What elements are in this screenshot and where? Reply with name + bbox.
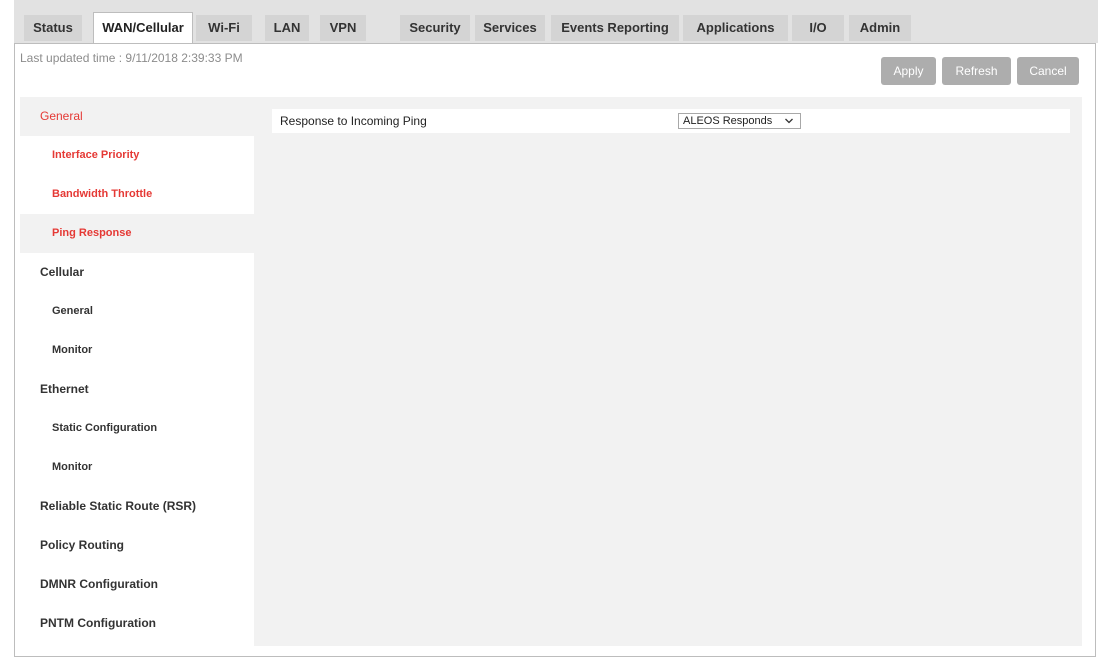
last-updated-text: Last updated time : 9/11/2018 2:39:33 PM <box>20 51 243 65</box>
tab-io[interactable]: I/O <box>792 15 844 41</box>
chevron-down-icon <box>785 118 793 124</box>
content-area: Response to Incoming Ping ALEOS Responds <box>254 97 1082 646</box>
ping-response-row: Response to Incoming Ping ALEOS Responds <box>272 109 1070 133</box>
sidebar-item-interface-priority[interactable]: Interface Priority <box>20 136 254 175</box>
tab-services[interactable]: Services <box>475 15 545 41</box>
tab-admin[interactable]: Admin <box>849 15 911 41</box>
refresh-button[interactable]: Refresh <box>942 57 1011 85</box>
sidebar-item-cellular-monitor[interactable]: Monitor <box>20 331 254 370</box>
tab-wan-cellular[interactable]: WAN/Cellular <box>93 12 193 43</box>
tab-status[interactable]: Status <box>24 15 82 41</box>
response-to-incoming-ping-label: Response to Incoming Ping <box>280 114 427 128</box>
app-window: Status WAN/Cellular Wi-Fi LAN VPN Securi… <box>0 0 1098 660</box>
sidebar-item-ethernet-monitor[interactable]: Monitor <box>20 448 254 487</box>
sidebar-item-ethernet[interactable]: Ethernet <box>20 370 254 409</box>
sidebar-item-ping-response[interactable]: Ping Response <box>20 214 254 253</box>
ping-response-select-value: ALEOS Responds <box>683 115 773 127</box>
sidebar-item-pntm-configuration[interactable]: PNTM Configuration <box>20 604 254 646</box>
sidebar-item-reliable-static-route[interactable]: Reliable Static Route (RSR) <box>20 487 254 526</box>
tab-lan[interactable]: LAN <box>265 15 309 41</box>
tab-bar: Status WAN/Cellular Wi-Fi LAN VPN Securi… <box>14 0 1098 43</box>
tab-security[interactable]: Security <box>400 15 470 41</box>
sidebar-item-general[interactable]: General <box>20 97 254 136</box>
sidebar: General Interface Priority Bandwidth Thr… <box>20 97 254 646</box>
sidebar-item-policy-routing[interactable]: Policy Routing <box>20 526 254 565</box>
ping-response-select[interactable]: ALEOS Responds <box>678 113 801 129</box>
tab-applications[interactable]: Applications <box>683 15 788 41</box>
sidebar-item-cellular[interactable]: Cellular <box>20 253 254 292</box>
sidebar-item-cellular-general[interactable]: General <box>20 292 254 331</box>
apply-button[interactable]: Apply <box>881 57 936 85</box>
cancel-button[interactable]: Cancel <box>1017 57 1079 85</box>
tab-vpn[interactable]: VPN <box>320 15 366 41</box>
tab-events-reporting[interactable]: Events Reporting <box>551 15 679 41</box>
sidebar-item-bandwidth-throttle[interactable]: Bandwidth Throttle <box>20 175 254 214</box>
tab-wifi[interactable]: Wi-Fi <box>196 15 252 41</box>
sidebar-item-dmnr-configuration[interactable]: DMNR Configuration <box>20 565 254 604</box>
sidebar-item-static-configuration[interactable]: Static Configuration <box>20 409 254 448</box>
